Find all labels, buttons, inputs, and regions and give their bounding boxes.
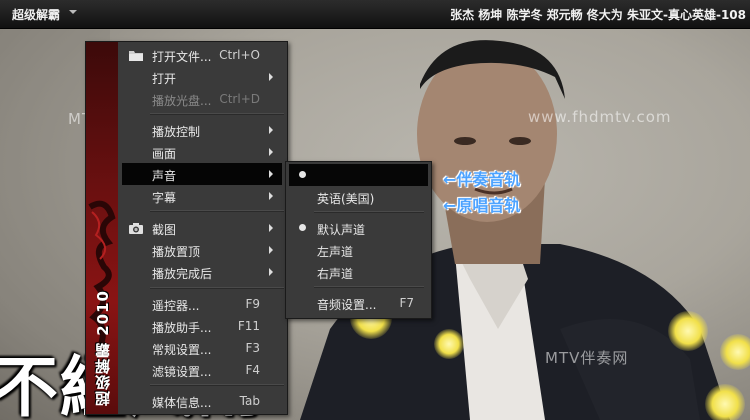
menu-item-remote-control[interactable]: 遥控器... F9 [122,293,282,315]
stage-light [434,329,464,359]
submenu-arrow-icon [269,126,273,134]
submenu-arrow-icon [269,224,273,232]
watermark-right: www.fhdmtv.com [528,108,672,126]
context-menu: 超级解霸 2010 打开文件... Ctrl+O 打开 播放光盘... Ctrl… [85,41,288,415]
menu-item-open[interactable]: 打开 [122,66,282,88]
menu-divider [150,113,284,115]
menu-item-screenshot[interactable]: 截图 [122,217,282,239]
menu-item-always-on-top[interactable]: 播放置顶 [122,239,282,261]
submenu-divider [314,286,424,288]
menu-item-general-settings[interactable]: 常规设置... F3 [122,337,282,359]
title-bar: 超级解霸 张杰 杨坤 陈学冬 郑元畅 佟大为 朱亚文-真心英雄-108 [0,0,750,29]
camera-icon [129,223,143,234]
menu-item-playback-control[interactable]: 播放控制 [122,119,282,141]
radio-dot-icon [299,224,306,231]
menu-divider [150,210,284,212]
submenu-arrow-icon [269,268,273,276]
menu-item-audio[interactable]: 声音 [122,163,282,185]
audio-settings[interactable]: 音频设置... F7 [289,292,428,314]
channel-left[interactable]: 左声道 [289,239,428,261]
track-title: 张杰 杨坤 陈学冬 郑元畅 佟大为 朱亚文-真心英雄-108 [450,8,746,22]
audio-track-2[interactable]: 英语(美国) [289,186,428,208]
radio-dot-icon [299,171,306,178]
menu-item-after-playback[interactable]: 播放完成后 [122,261,282,283]
submenu-arrow-icon [269,192,273,200]
channel-right[interactable]: 右声道 [289,261,428,283]
chevron-down-icon[interactable] [68,7,78,17]
audio-submenu: 英语(美国) 默认声道 左声道 右声道 音频设置... F7 [285,161,432,319]
menu-divider [150,384,284,386]
watermark-bottom: MTV伴奏网 [545,349,629,367]
menu-divider [150,287,284,289]
brand-label: 超级解霸 2010 [93,290,112,406]
submenu-arrow-icon [269,170,273,178]
annotation-original-vocal-track: ←原唱音轨 [443,196,521,215]
brand-band: 超级解霸 2010 [86,42,118,414]
channel-default[interactable]: 默认声道 [289,217,428,239]
menu-item-play-disc: 播放光盘... Ctrl+D [152,92,260,108]
submenu-arrow-icon [269,148,273,156]
stage-light [668,311,708,351]
audio-track-1[interactable] [289,164,428,186]
stage-light [720,334,750,370]
submenu-arrow-icon [269,246,273,254]
annotation-accompaniment-track: ←伴奏音轨 [443,170,521,189]
folder-icon [129,51,143,61]
submenu-arrow-icon [269,73,273,81]
submenu-divider [314,211,424,213]
stage-light [705,384,745,420]
app-title[interactable]: 超级解霸 [12,6,60,23]
menu-item-playback-assistant[interactable]: 播放助手... F11 [122,315,282,337]
menu-item-open-file[interactable]: 打开文件... Ctrl+O [122,44,282,66]
menu-item-media-info[interactable]: 媒体信息... Tab [122,390,282,412]
menu-item-subtitle[interactable]: 字幕 [122,185,282,207]
menu-item-picture[interactable]: 画面 [122,141,282,163]
menu-item-filter-settings[interactable]: 滤镜设置... F4 [122,359,282,381]
